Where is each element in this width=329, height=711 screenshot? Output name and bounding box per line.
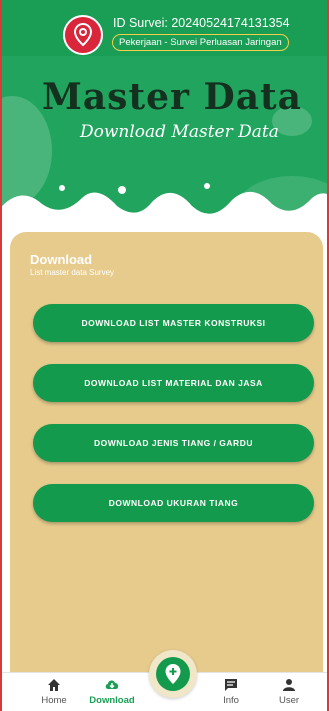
banner-title: Master Data xyxy=(42,76,302,118)
splash-decoration xyxy=(2,183,327,236)
nav-home[interactable]: Home xyxy=(29,677,79,706)
add-location-icon xyxy=(156,657,190,691)
nav-home-label: Home xyxy=(41,695,67,706)
add-location-button[interactable] xyxy=(149,650,197,698)
download-material-jasa-button[interactable]: DOWNLOAD LIST MATERIAL DAN JASA xyxy=(33,364,314,402)
nav-info[interactable]: Info xyxy=(206,677,256,706)
app-screen: ID Survei: 20240524174131354 Pekerjaan -… xyxy=(0,0,329,711)
location-pin-icon xyxy=(63,15,103,55)
survey-id: ID Survei: 20240524174131354 xyxy=(113,16,290,30)
nav-user-label: User xyxy=(278,695,300,706)
download-card: Download List master data Survey DOWNLOA… xyxy=(10,232,323,702)
download-master-konstruksi-button[interactable]: DOWNLOAD LIST MASTER KONSTRUKSI xyxy=(33,304,314,342)
nav-user[interactable]: User xyxy=(264,677,314,706)
banner-subtitle: Download Master Data xyxy=(80,122,279,142)
nav-download[interactable]: Download xyxy=(87,677,137,706)
card-subtitle: List master data Survey xyxy=(30,268,115,277)
message-icon xyxy=(225,679,237,691)
job-badge: Pekerjaan - Survei Perluasan Jaringan xyxy=(112,34,289,51)
nav-download-label: Download xyxy=(89,695,135,706)
user-icon xyxy=(283,679,295,691)
card-title: Download xyxy=(30,252,93,267)
download-ukuran-tiang-button[interactable]: DOWNLOAD UKURAN TIANG xyxy=(33,484,314,522)
cloud-download-icon xyxy=(105,680,119,689)
survey-header: ID Survei: 20240524174131354 Pekerjaan -… xyxy=(2,0,327,56)
master-data-banner: Master Data Download Master Data xyxy=(2,56,327,236)
download-jenis-tiang-button[interactable]: DOWNLOAD JENIS TIANG / GARDU xyxy=(33,424,314,462)
home-icon xyxy=(48,679,60,691)
nav-info-label: Info xyxy=(223,695,239,706)
